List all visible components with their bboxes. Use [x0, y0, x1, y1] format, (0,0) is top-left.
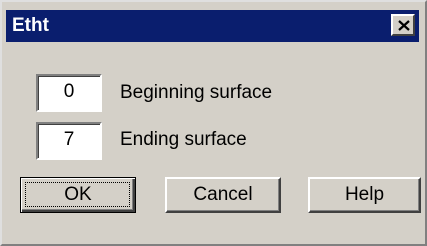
help-button[interactable]: Help: [308, 177, 421, 213]
ok-button-label: OK: [64, 184, 92, 205]
close-icon: [398, 20, 410, 31]
ok-button[interactable]: OK: [20, 177, 136, 213]
beginning-surface-field[interactable]: 0: [36, 74, 102, 112]
title-bar[interactable]: Etht: [6, 10, 419, 42]
cancel-button[interactable]: Cancel: [165, 177, 281, 213]
ending-surface-label: Ending surface: [120, 129, 247, 150]
beginning-surface-label: Beginning surface: [120, 82, 273, 103]
ending-surface-field[interactable]: 7: [36, 122, 102, 160]
dialog-window: Etht 0 Beginning surface 7 Ending surfac…: [0, 0, 427, 246]
window-title: Etht: [12, 15, 49, 36]
close-button[interactable]: [391, 14, 415, 36]
